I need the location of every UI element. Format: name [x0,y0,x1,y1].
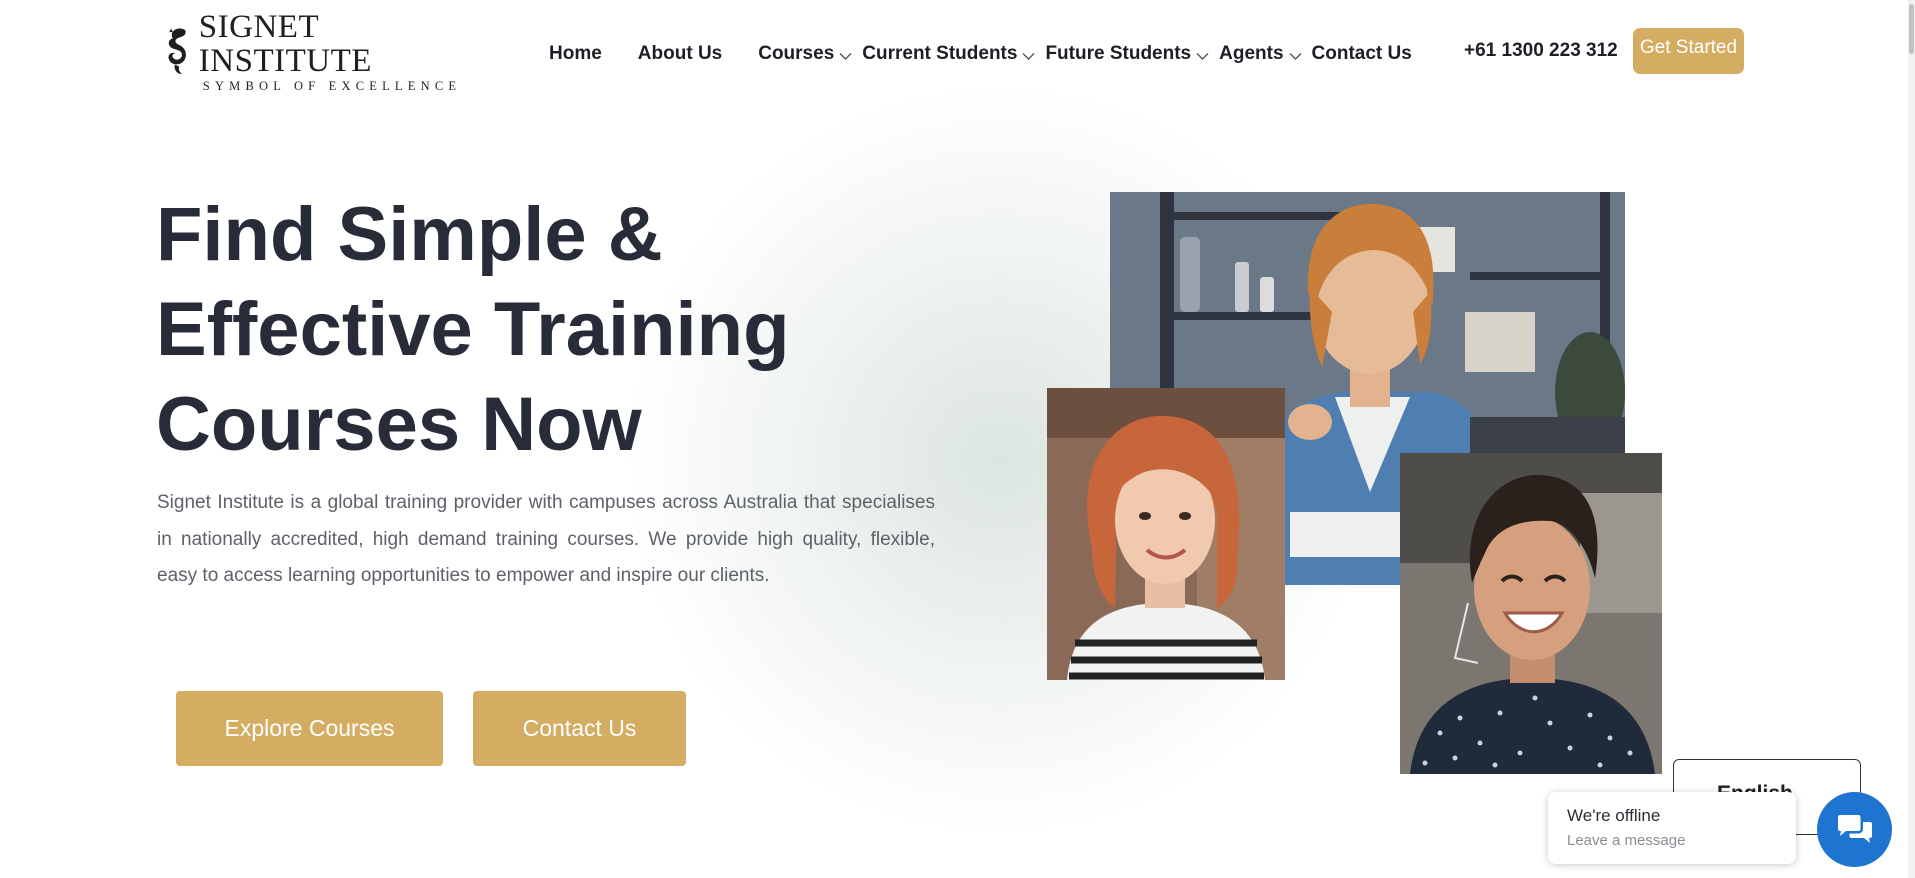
hero-title-line-1: Find Simple & [156,192,663,277]
chevron-down-icon [1289,53,1302,60]
get-started-button[interactable]: Get Started [1633,28,1744,74]
page-scrollbar-thumb[interactable] [1909,4,1914,54]
nav-agents[interactable]: Agents [1219,43,1302,65]
hero-photo-student-1 [1047,388,1285,680]
brand-name: SIGNET INSTITUTE [198,9,372,79]
main-nav: Home About Us Courses Current Students F… [549,40,1448,68]
nav-courses[interactable]: Courses [758,43,852,65]
nav-future-students-label: Future Students [1045,43,1192,64]
nav-contact-us-label: Contact Us [1311,43,1412,64]
chat-prompt: Leave a message [1567,832,1686,849]
logo-text: SIGNET INSTITUTE SYMBOL OF EXCELLENCE [199,10,472,94]
nav-current-students[interactable]: Current Students [862,43,1035,65]
nav-about-us-label: About Us [637,43,723,64]
nav-courses-label: Courses [758,43,835,64]
chevron-down-icon [1196,53,1209,60]
nav-current-students-label: Current Students [862,43,1018,64]
brand-tagline: SYMBOL OF EXCELLENCE [202,79,462,93]
hero-title-line-3: Courses Now [156,382,642,467]
hero-description: Signet Institute is a global training pr… [157,492,935,586]
phone-link[interactable]: +61 1300 223 312 [1464,40,1618,62]
nav-about-us[interactable]: About Us [638,43,722,65]
site-logo[interactable]: SIGNET INSTITUTE SYMBOL OF EXCELLENCE [162,10,472,93]
explore-courses-button[interactable]: Explore Courses [176,691,443,766]
hero-title: Find Simple & Effective Training Courses… [156,187,790,472]
hero-title-line-2: Effective Training [156,287,790,372]
page-scrollbar[interactable] [1908,0,1915,878]
chat-popup[interactable]: We're offline Leave a message [1548,792,1796,864]
nav-home-label: Home [549,43,602,64]
chat-launcher-button[interactable] [1817,792,1892,867]
nav-home[interactable]: Home [549,43,602,65]
chevron-down-icon [1022,53,1035,60]
contact-us-button[interactable]: Contact Us [473,691,686,766]
hero-photo-student-2 [1400,453,1662,774]
nav-agents-label: Agents [1219,43,1284,64]
chevron-down-icon [839,53,852,60]
nav-contact-us[interactable]: Contact Us [1312,43,1412,65]
chat-status: We're offline [1567,806,1661,825]
nav-future-students[interactable]: Future Students [1045,43,1209,65]
seahorse-logo-icon [168,28,186,74]
chat-bubbles-icon [1837,814,1872,843]
